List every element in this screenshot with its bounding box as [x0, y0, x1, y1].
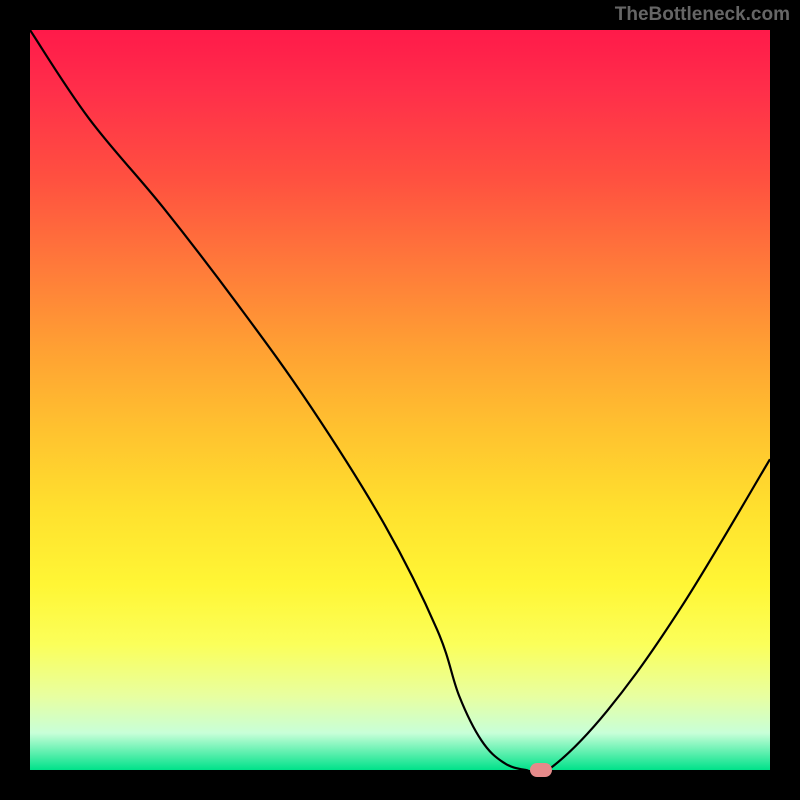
curve-svg: [30, 30, 770, 770]
plot-area: [30, 30, 770, 770]
optimal-marker: [530, 763, 552, 777]
bottleneck-curve-path: [30, 30, 770, 770]
watermark-text: TheBottleneck.com: [615, 4, 790, 26]
